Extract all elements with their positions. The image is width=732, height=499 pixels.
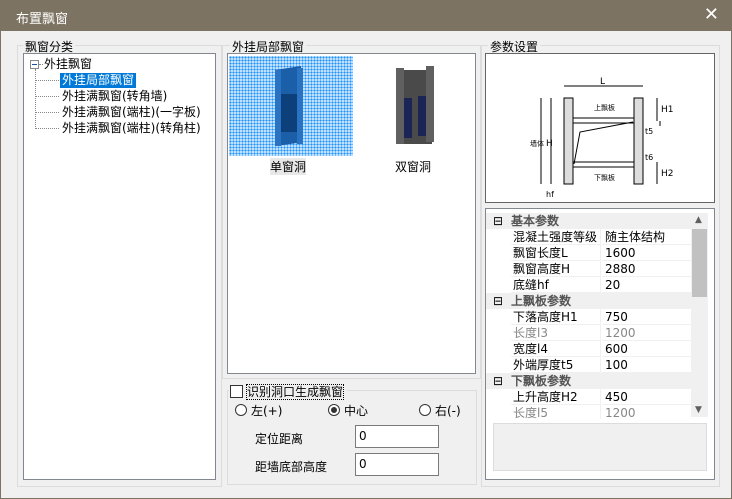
dim-H1: H1: [661, 105, 674, 115]
prop-row[interactable]: 上升高度H2 450: [486, 389, 691, 405]
label-bottom-slab: 下飘板: [594, 173, 615, 182]
recognize-checkbox[interactable]: [230, 385, 243, 398]
tree-root[interactable]: 外挂飘窗: [44, 57, 92, 72]
category-basic[interactable]: ⊟ 基本参数: [486, 213, 691, 229]
close-icon[interactable]: ✕: [704, 4, 719, 25]
tree-item[interactable]: 外挂满飘窗(端柱)(转角柱): [62, 121, 201, 136]
tree-item[interactable]: 外挂满飘窗(转角墙): [62, 89, 167, 104]
prop-row[interactable]: 宽度l4 600: [486, 341, 691, 357]
window-title: 布置飘窗: [16, 12, 69, 27]
style-list[interactable]: 单窗洞 双窗洞: [227, 53, 476, 374]
prop-row[interactable]: 外端厚度t5 100: [486, 357, 691, 373]
double-window-icon[interactable]: [396, 66, 436, 146]
label-wall: 墙体: [530, 139, 544, 148]
offset-label: 定位距离: [255, 432, 304, 446]
label-top-slab: 上飘板: [594, 103, 615, 112]
radio-center-label: 中心: [344, 404, 369, 418]
property-description: [493, 423, 707, 471]
tile-single-window[interactable]: [229, 56, 353, 156]
dim-H: H: [546, 139, 553, 149]
param-diagram: L H H1 H2 t5 t6 hf 上飘板 下飘板 墙体: [485, 53, 715, 203]
prop-row[interactable]: 底缝hf 20: [486, 277, 691, 293]
recognize-checkbox-label: 识别洞口生成飘窗: [246, 384, 345, 400]
prop-row: 长度l5 1200: [486, 405, 691, 419]
prop-row[interactable]: 飘窗长度L 1600: [486, 245, 691, 261]
category-top-slab[interactable]: ⊟ 上飘板参数: [486, 293, 691, 309]
radio-left-label: 左(+): [251, 404, 283, 418]
offset-input[interactable]: 0: [355, 425, 439, 448]
category-tree[interactable]: 外挂飘窗 外挂局部飘窗 外挂满飘窗(转角墙) 外挂满飘窗(端柱)(一字板) 外挂…: [23, 53, 216, 480]
radio-right[interactable]: [419, 404, 431, 416]
category-bottom-slab[interactable]: ⊟ 下飘板参数: [486, 373, 691, 389]
prop-row[interactable]: 飘窗高度H 2880: [486, 261, 691, 277]
prop-row[interactable]: 下落高度H1 750: [486, 309, 691, 325]
property-grid-scrollbar[interactable]: ▲ ▼: [691, 213, 708, 417]
prop-row[interactable]: 混凝土强度等级 随主体结构: [486, 229, 691, 245]
radio-left[interactable]: [235, 404, 247, 416]
window-section-diagram: L H H1 H2 t5 t6 hf 上飘板 下飘板 墙体: [530, 77, 674, 199]
tile-label: 单窗洞: [270, 158, 307, 175]
scroll-down-icon[interactable]: ▼: [695, 405, 702, 415]
recognize-checkbox-row[interactable]: 识别洞口生成飘窗: [229, 383, 348, 400]
prop-row: 长度l3 1200: [486, 325, 691, 341]
single-window-icon: [275, 66, 303, 146]
bottom-height-label: 距墙底部高度: [255, 460, 328, 474]
dim-t6: t6: [645, 153, 653, 162]
dialog-window: 布置飘窗 ✕ 飘窗分类 外挂飘窗 外挂局部飘窗 外挂满飘窗(转角墙) 外挂满飘窗…: [0, 0, 732, 499]
collapse-icon[interactable]: [30, 60, 39, 69]
tree-item[interactable]: 外挂局部飘窗: [60, 73, 137, 88]
tile-label: 双窗洞: [395, 160, 432, 174]
scroll-up-icon[interactable]: ▲: [695, 215, 702, 225]
title-bar: 布置飘窗 ✕: [1, 1, 731, 31]
bottom-height-input[interactable]: 0: [355, 453, 439, 476]
dim-t5: t5: [645, 127, 653, 136]
dim-L: L: [600, 77, 605, 87]
property-grid[interactable]: ⊟ 基本参数 混凝土强度等级 随主体结构 飘窗长度L 1600 飘窗高度H 2880 底…: [486, 209, 709, 419]
scrollbar-thumb[interactable]: [692, 229, 707, 297]
dim-hf: hf: [546, 190, 554, 199]
radio-center[interactable]: [328, 404, 340, 416]
tree-item[interactable]: 外挂满飘窗(端柱)(一字板): [62, 105, 201, 120]
radio-right-label: 右(-): [435, 404, 461, 418]
dim-H2: H2: [661, 169, 674, 179]
